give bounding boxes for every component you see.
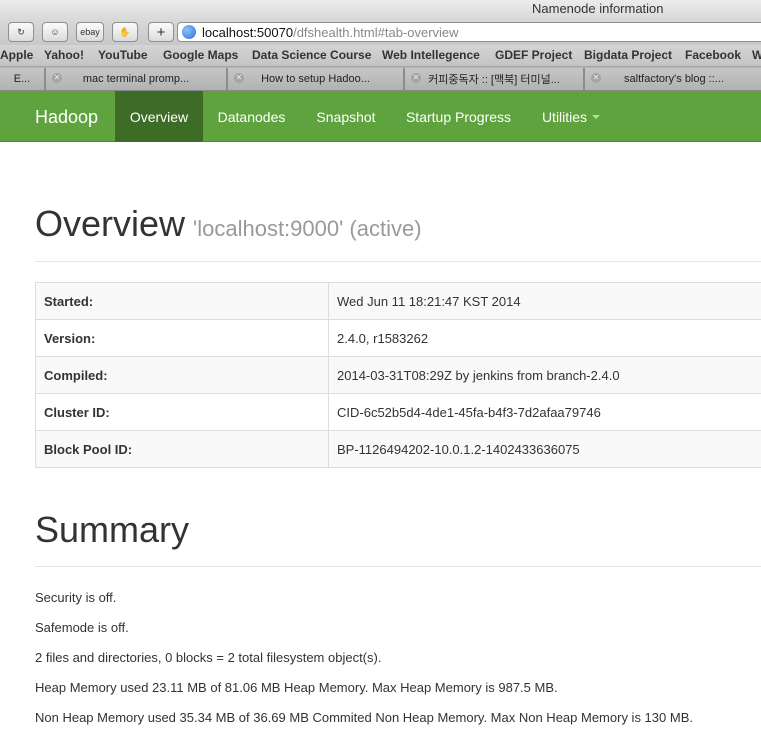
tab-label: How to setup Hadoo... <box>261 73 370 85</box>
new-tab-button[interactable]: + <box>148 22 174 42</box>
hand-icon-button[interactable]: ✋ <box>112 22 138 42</box>
window-titlebar: Namenode information <box>0 0 761 20</box>
caret-down-icon <box>592 114 601 119</box>
divider <box>35 566 761 567</box>
row-value: 2014-03-31T08:29Z by jenkins from branch… <box>328 356 761 394</box>
bookmark-bigdata-project[interactable]: Bigdata Project <box>584 48 672 62</box>
ebay-button[interactable]: ebay <box>76 22 104 42</box>
tab-label: mac terminal promp... <box>82 73 190 85</box>
bookmark-google-maps[interactable]: Google Maps <box>163 48 238 62</box>
address-bar[interactable]: localhost:50070/dfshealth.html#tab-overv… <box>177 22 761 42</box>
url-path: /dfshealth.html#tab-overview <box>293 24 459 40</box>
row-key: Cluster ID: <box>35 393 329 431</box>
table-row: Cluster ID: CID-6c52b5d4-4de1-45fa-b4f3-… <box>35 393 761 431</box>
row-key: Compiled: <box>35 356 329 394</box>
nav-overview[interactable]: Overview <box>115 91 203 142</box>
extension-icon-button[interactable]: ☺ <box>42 22 68 42</box>
bookmark-w[interactable]: W <box>752 48 761 62</box>
row-key: Block Pool ID: <box>35 430 329 468</box>
tab-close-icon[interactable]: ✕ <box>52 73 62 83</box>
nav-snapshot[interactable]: Snapshot <box>302 91 390 142</box>
bookmark-apple[interactable]: Apple <box>0 48 33 62</box>
hand-icon: ✋ <box>119 26 131 37</box>
row-value: Wed Jun 11 18:21:47 KST 2014 <box>328 282 761 320</box>
globe-icon <box>182 25 196 39</box>
summary-title: Summary <box>35 509 190 550</box>
table-row: Started: Wed Jun 11 18:21:47 KST 2014 <box>35 282 761 320</box>
tab-label: 커피중독자 :: [맥북] 터미널... <box>428 74 560 86</box>
table-row: Version: 2.4.0, r1583262 <box>35 319 761 357</box>
overview-table: Started: Wed Jun 11 18:21:47 KST 2014 Ve… <box>35 282 761 468</box>
nav-label: Datanodes <box>217 108 286 125</box>
browser-toolbar: ↻ ☺ ebay ✋ + localhost:50070/dfshealth.h… <box>0 20 761 45</box>
browser-tab[interactable]: ✕ mac terminal promp... <box>45 68 227 90</box>
browser-tab[interactable]: ✕ saltfactory's blog ::... <box>584 68 761 90</box>
overview-heading: Overview 'localhost:9000' (active) <box>35 203 422 245</box>
bookmark-data-science-course[interactable]: Data Science Course <box>252 48 371 62</box>
tab-close-icon[interactable]: ✕ <box>591 73 601 83</box>
row-value: 2.4.0, r1583262 <box>328 319 761 357</box>
bookmark-yahoo[interactable]: Yahoo! <box>44 48 84 62</box>
tab-close-icon[interactable]: ✕ <box>411 73 421 83</box>
summary-heap-memory: Heap Memory used 23.11 MB of 81.06 MB He… <box>35 680 558 695</box>
window-title: Namenode information <box>532 1 664 16</box>
tab-label: saltfactory's blog ::... <box>624 73 724 85</box>
row-value: BP-1126494202-10.0.1.2-1402433636075 <box>328 430 761 468</box>
bookmark-facebook[interactable]: Facebook <box>685 48 741 62</box>
row-key: Started: <box>35 282 329 320</box>
tab-close-icon[interactable]: ✕ <box>234 73 244 83</box>
table-row: Block Pool ID: BP-1126494202-10.0.1.2-14… <box>35 430 761 468</box>
nav-label: Startup Progress <box>405 108 512 125</box>
browser-tab[interactable]: ✕ 커피중독자 :: [맥북] 터미널... <box>404 68 584 90</box>
history-icon: ↻ <box>17 26 25 37</box>
tab-label: E... <box>13 73 31 85</box>
hadoop-navbar: Hadoop Overview Datanodes Snapshot Start… <box>0 91 761 142</box>
summary-heading: Summary <box>35 509 189 551</box>
overview-title: Overview <box>35 203 186 244</box>
nav-startup-progress[interactable]: Startup Progress <box>393 91 524 142</box>
brand-logo-text[interactable]: Hadoop <box>35 107 98 128</box>
bookmark-youtube[interactable]: YouTube <box>98 48 148 62</box>
nav-label: Overview <box>129 108 189 125</box>
history-icon-button[interactable]: ↻ <box>8 22 34 42</box>
bookmark-web-intellegence[interactable]: Web Intellegence <box>382 48 480 62</box>
url-host: localhost:50070 <box>202 24 294 40</box>
summary-non-heap-memory: Non Heap Memory used 35.34 MB of 36.69 M… <box>35 710 693 725</box>
bookmarks-bar: Apple Yahoo! YouTube Google Maps Data Sc… <box>0 45 761 67</box>
browser-tab[interactable]: ✕ How to setup Hadoo... <box>227 68 404 90</box>
nav-label: Utilities <box>541 108 588 125</box>
overview-subtitle: 'localhost:9000' (active) <box>193 216 422 241</box>
row-value: CID-6c52b5d4-4de1-45fa-b4f3-7d2afaa79746 <box>328 393 761 431</box>
bookmark-gdef-project[interactable]: GDEF Project <box>495 48 572 62</box>
face-icon: ☺ <box>50 27 60 37</box>
browser-tab-strip: E... ✕ mac terminal promp... ✕ How to se… <box>0 67 761 91</box>
summary-safemode: Safemode is off. <box>35 620 129 635</box>
divider <box>35 261 761 262</box>
row-key: Version: <box>35 319 329 357</box>
table-row: Compiled: 2014-03-31T08:29Z by jenkins f… <box>35 356 761 394</box>
nav-datanodes[interactable]: Datanodes <box>205 91 298 142</box>
nav-utilities-dropdown[interactable]: Utilities <box>528 91 614 142</box>
summary-filesystem-objects: 2 files and directories, 0 blocks = 2 to… <box>35 650 382 665</box>
nav-label: Snapshot <box>316 108 376 125</box>
browser-tab[interactable]: E... <box>0 68 45 90</box>
summary-security: Security is off. <box>35 590 117 605</box>
